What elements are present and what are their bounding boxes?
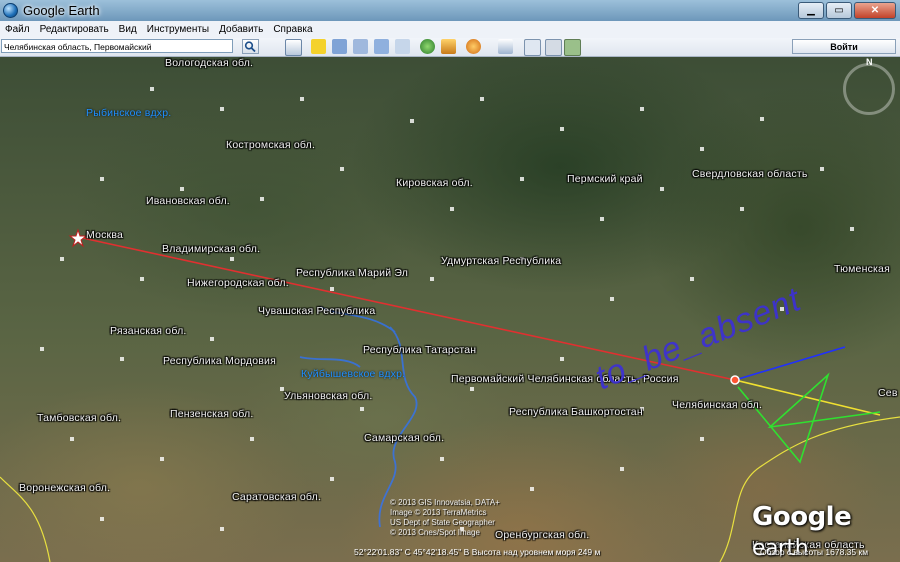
copyright-line: © 2013 GIS Innovatsia, DATA+ <box>390 498 500 507</box>
map-label: Самарская обл. <box>364 432 445 444</box>
path-line-green <box>737 372 881 464</box>
historical-imagery-icon[interactable] <box>420 39 435 54</box>
moscow-star-icon[interactable] <box>68 228 88 248</box>
toolbar: Челябинская область, Первомайский Войти <box>0 38 900 57</box>
menu-add[interactable]: Добавить <box>214 24 268 35</box>
placemark-icon[interactable] <box>311 39 326 54</box>
sidebar-toggle-icon[interactable] <box>285 39 302 56</box>
map-label: Ульяновская обл. <box>284 390 373 402</box>
map-label: Оренбургская обл. <box>495 529 590 541</box>
title-bar: Google Earth ▁ ▭ ✕ <box>0 0 900 21</box>
path-icon[interactable] <box>353 39 368 54</box>
search-icon <box>244 41 256 53</box>
view-in-maps-icon[interactable] <box>564 39 581 56</box>
map-label: Вологодская обл. <box>165 57 254 69</box>
map-label: Ивановская обл. <box>146 195 230 207</box>
map-label: Республика Мордовия <box>163 355 276 367</box>
map-label: Республика Татарстан <box>363 344 477 356</box>
map-label: Рязанская обл. <box>110 325 187 337</box>
planets-icon[interactable] <box>466 39 481 54</box>
menu-view[interactable]: Вид <box>114 24 142 35</box>
map-label: Рыбинское вдхр. <box>86 107 172 119</box>
menu-help[interactable]: Справка <box>268 24 317 35</box>
close-button[interactable]: ✕ <box>854 2 896 19</box>
record-tour-icon[interactable] <box>395 39 410 54</box>
map-label: Пермский край <box>567 173 643 185</box>
copyright-line: US Dept of State Geographer <box>390 518 495 527</box>
copyright-line: © 2013 Cnes/Spot Image <box>390 528 480 537</box>
map-label: Саратовская обл. <box>232 491 322 503</box>
map-label: Владимирская обл. <box>162 243 261 255</box>
window-title: Google Earth <box>23 3 100 18</box>
email-icon[interactable] <box>524 39 541 56</box>
map-label: Костромская обл. <box>226 139 316 151</box>
maximize-button[interactable]: ▭ <box>826 2 852 19</box>
google-earth-app-icon <box>3 3 18 18</box>
map-label: Пензенская обл. <box>170 408 254 420</box>
map-label: Куйбышевское вдхр. <box>301 368 406 380</box>
north-label: N <box>866 57 873 67</box>
menu-tools[interactable]: Инструменты <box>142 24 214 35</box>
map-label: Челябинская обл. <box>672 399 763 411</box>
copyright-line: Image © 2013 TerraMetrics <box>390 508 487 517</box>
map-label: Тюменская <box>834 263 890 275</box>
minimize-button[interactable]: ▁ <box>798 2 824 19</box>
logo-google: Google <box>752 502 852 532</box>
map-label-moscow: Москва <box>86 229 124 241</box>
map-label: Свердловская область <box>692 168 808 180</box>
map-label: Нижегородская обл. <box>187 277 289 289</box>
search-input[interactable]: Челябинская область, Первомайский <box>1 39 233 53</box>
coordinates-status: 52°22'01.83" С 45°42'18.45" В Высота над… <box>354 547 601 557</box>
menu-bar: Файл Редактировать Вид Инструменты Добав… <box>0 21 900 39</box>
sunlight-icon[interactable] <box>441 39 456 54</box>
map-label: Кировская обл. <box>396 177 473 189</box>
map-label: Воронежская обл. <box>19 482 111 494</box>
map-label: Удмуртская Республика <box>441 255 562 267</box>
imagery-copyright: © 2013 GIS Innovatsia, DATA+ Image © 201… <box>390 498 500 538</box>
placemark-pin-icon[interactable] <box>730 375 740 385</box>
menu-file[interactable]: Файл <box>0 24 35 35</box>
navigation-compass[interactable] <box>843 63 895 115</box>
image-overlay-icon[interactable] <box>374 39 389 54</box>
search-button[interactable] <box>242 39 259 54</box>
sign-in-button[interactable]: Войти <box>792 39 896 54</box>
map-label: Сев <box>878 387 898 399</box>
print-icon[interactable] <box>545 39 562 56</box>
menu-edit[interactable]: Редактировать <box>35 24 114 35</box>
eye-altitude: Обзор с высоты 1678.35 км <box>760 547 869 557</box>
earth-map-view[interactable]: N Вологодская обл. Рыбинское вдхр. Костр… <box>0 57 900 562</box>
ruler-icon[interactable] <box>498 39 513 54</box>
map-label: Чувашская Республика <box>258 305 376 317</box>
map-label: Республика Марий Эл <box>296 267 409 279</box>
map-label: Тамбовская обл. <box>37 412 122 424</box>
polygon-icon[interactable] <box>332 39 347 54</box>
map-label: Республика Башкортостан <box>509 406 643 418</box>
